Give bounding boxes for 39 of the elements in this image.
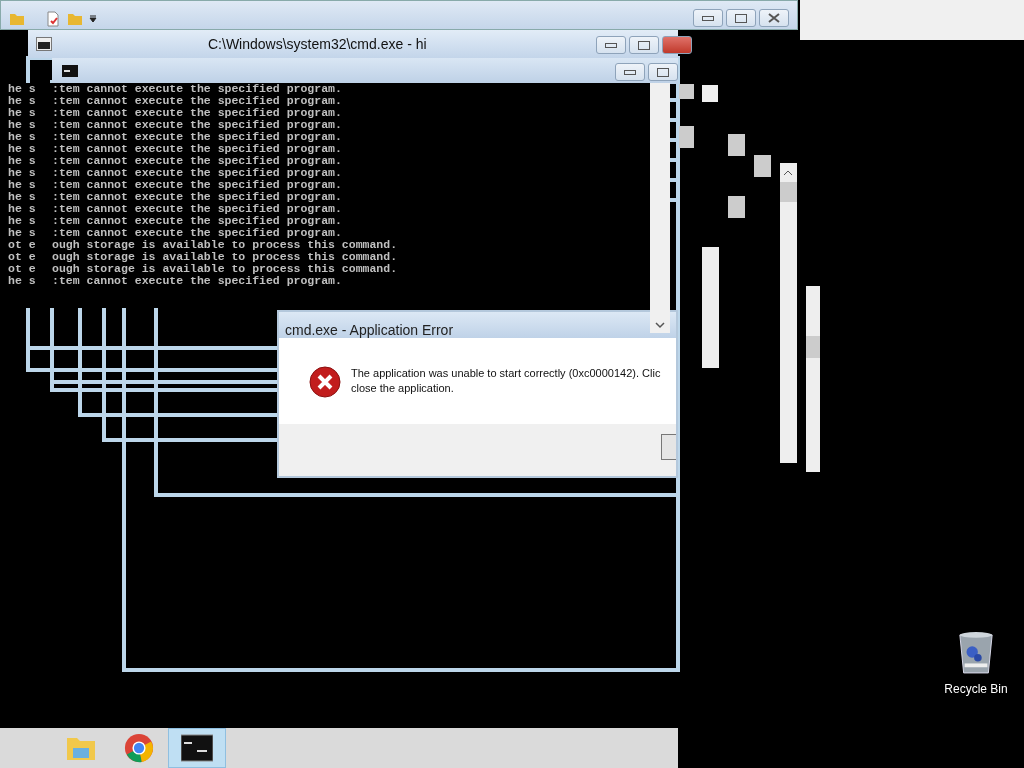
console-text: he s	[8, 107, 37, 119]
console-text: he s	[8, 275, 37, 287]
error-message: The application was unable to start correctly (0xc0000142). Clic	[351, 366, 661, 381]
console-text: :tem cannot execute the specified program.	[52, 95, 342, 107]
dialog-title: cmd.exe - Application Error	[285, 322, 454, 338]
icon-label[interactable]: Recycle Bin	[944, 682, 1008, 696]
console-text: he s	[8, 203, 37, 215]
console-text: :tem cannot execute the specified program.	[52, 179, 342, 191]
console-text: ough storage is available to process this command.	[52, 263, 398, 275]
console-text: ough storage is available to process this command.	[52, 251, 398, 263]
console-text: :tem cannot execute the specified program.	[52, 143, 342, 155]
console-text: he s	[8, 95, 37, 107]
console-text: :tem cannot execute the specified program.	[52, 203, 342, 215]
console-text: he s	[8, 119, 37, 131]
console-text: :tem cannot execute the specified program.	[52, 191, 342, 203]
console-text: ot e	[8, 251, 37, 263]
console-text: he s	[8, 215, 37, 227]
console-text: he s	[8, 167, 37, 179]
console-text: :tem cannot execute the specified program.	[52, 227, 342, 239]
console-text: ot e	[8, 263, 37, 275]
console-text: he s	[8, 83, 37, 95]
console-text: he s	[8, 179, 37, 191]
error-message: close the application.	[351, 381, 455, 396]
console-text: ough storage is available to process this command.	[52, 239, 398, 251]
console-text: :tem cannot execute the specified program.	[52, 107, 342, 119]
console-text: he s	[8, 227, 37, 239]
console-text: ot e	[8, 239, 37, 251]
console-text: he s	[8, 191, 37, 203]
console-text: he s	[8, 155, 37, 167]
console-text: :tem cannot execute the specified program.	[52, 215, 342, 227]
console-text: :tem cannot execute the specified program.	[52, 83, 342, 95]
console-text: :tem cannot execute the specified program.	[52, 275, 342, 287]
console-text: he s	[8, 143, 37, 155]
console-text: :tem cannot execute the specified program.	[52, 155, 342, 167]
console-text: :tem cannot execute the specified program.	[52, 131, 342, 143]
console-text: :tem cannot execute the specified program.	[52, 167, 342, 179]
console-text: he s	[8, 131, 37, 143]
console-text: :tem cannot execute the specified program.	[52, 119, 342, 131]
window-title: C:\Windows\system32\cmd.exe - hi	[208, 36, 427, 52]
